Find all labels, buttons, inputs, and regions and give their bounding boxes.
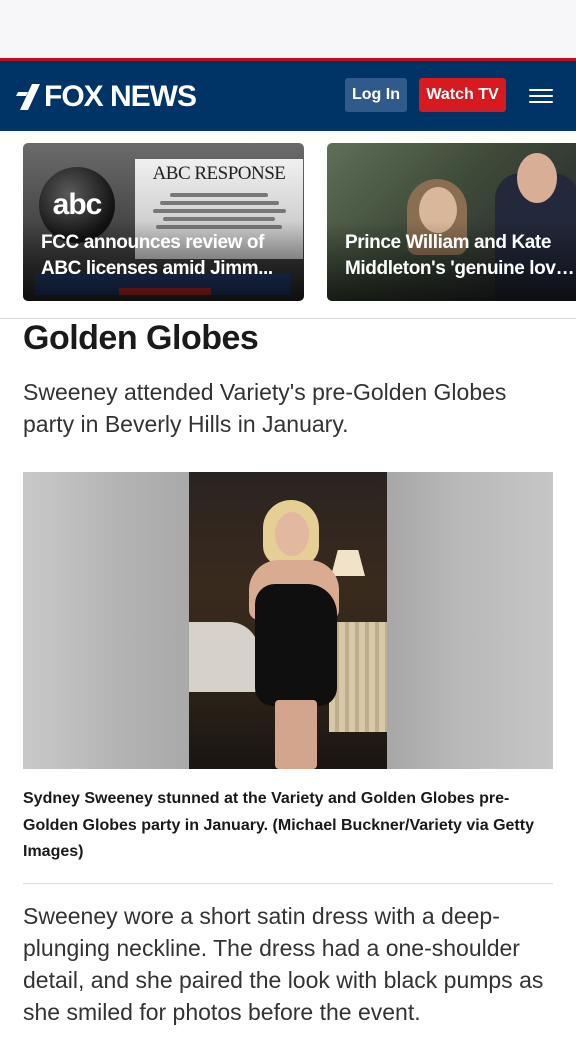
story-card-title: FCC announces review of ABC licenses ami…: [41, 230, 301, 282]
login-button[interactable]: Log In: [345, 78, 407, 112]
watch-tv-button[interactable]: Watch TV: [419, 78, 506, 112]
sofa: [329, 622, 387, 732]
article-photo[interactable]: [23, 472, 553, 769]
caption-divider: [23, 883, 553, 884]
article-paragraph: Sweeney wore a short satin dress with a …: [23, 903, 544, 1025]
story-card-title-line1: Prince William and Kate: [345, 232, 552, 253]
table-cloth: [189, 622, 259, 692]
story-card-title-line2: ABC licenses amid Jimm...: [41, 258, 273, 279]
section-heading: Golden Globes: [23, 319, 259, 357]
lamp-shade: [331, 550, 365, 576]
fox-logo-slash-icon: [16, 84, 40, 110]
story-card-fcc[interactable]: ABC RESPONSE abc FCC announces review of…: [23, 143, 304, 301]
story-card-royals[interactable]: Prince William and Kate Middleton's 'gen…: [327, 143, 576, 301]
legs: [275, 700, 317, 769]
william-face: [517, 153, 557, 203]
black-dress: [255, 584, 337, 706]
article-paragraph: Sweeney attended Variety's pre-Golden Gl…: [23, 379, 507, 437]
story-card-title-line1: FCC announces review of: [41, 232, 265, 253]
site-header: FOX NEWS Log In Watch TV: [0, 58, 576, 131]
story-card-title: Prince William and Kate Middleton's 'gen…: [345, 230, 575, 282]
hamburger-menu-icon[interactable]: [527, 87, 555, 105]
abc-response-headline: ABC RESPONSE: [152, 163, 286, 184]
trending-carousel: ABC RESPONSE abc FCC announces review of…: [0, 143, 576, 301]
face: [275, 512, 309, 556]
fox-news-logo[interactable]: FOX NEWS: [16, 77, 197, 117]
logo-text: FOX NEWS: [44, 80, 197, 113]
photo-blur-right: [387, 472, 553, 769]
browser-top-space: [0, 0, 576, 58]
photo-scene: [189, 472, 387, 769]
photo-blur-left: [23, 472, 189, 769]
story-card-title-line2: Middleton's 'genuine love...: [345, 258, 575, 279]
photo-caption: Sydney Sweeney stunned at the Variety an…: [23, 790, 534, 860]
